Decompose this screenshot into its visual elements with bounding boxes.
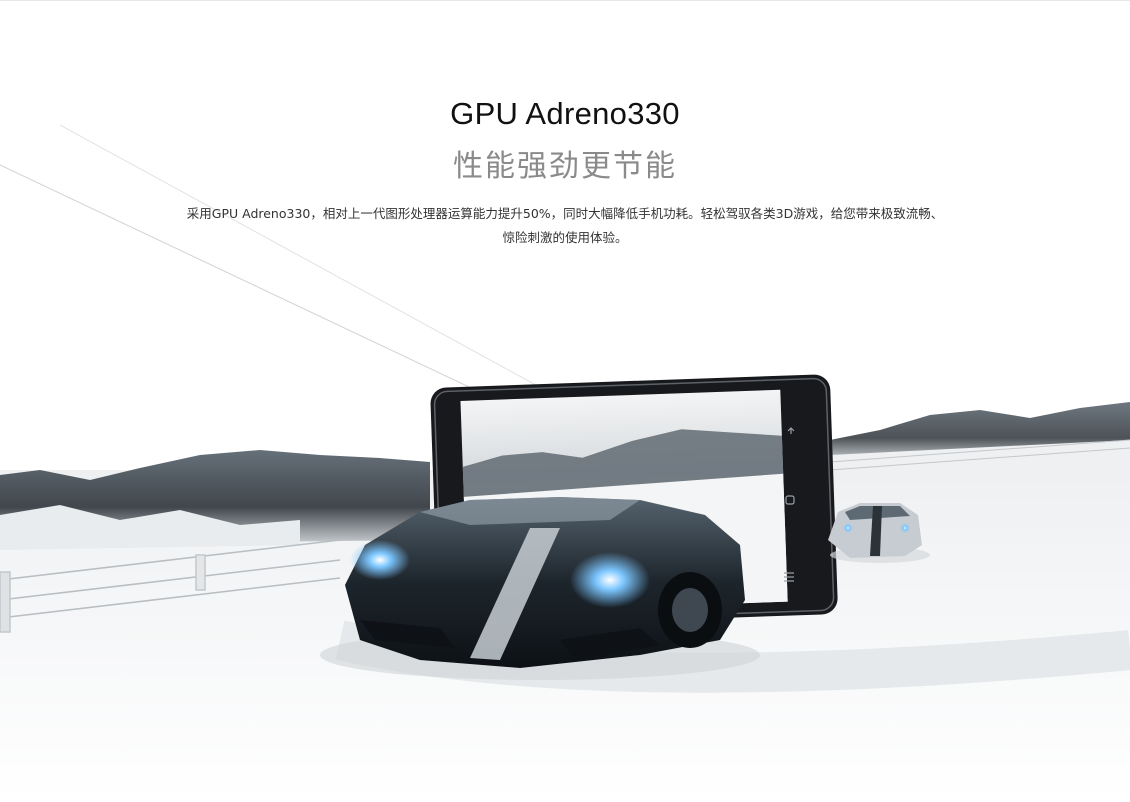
headlight-left [350, 540, 410, 580]
hero-description: 采用GPU Adreno330，相对上一代图形处理器运算能力提升50%，同时大幅… [186, 206, 944, 245]
car2-headlight [843, 523, 853, 533]
hero-subtitle: 性能强劲更节能 [453, 149, 677, 184]
hero-title: GPU Adreno330 [450, 96, 680, 131]
headlight-right [570, 552, 650, 608]
